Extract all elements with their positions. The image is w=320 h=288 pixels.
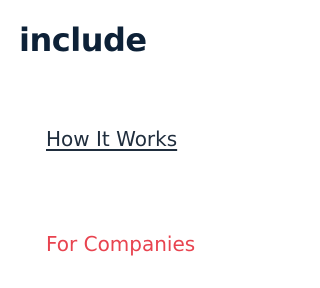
nav-link-how-it-works[interactable]: How It Works — [46, 126, 177, 152]
site-logo[interactable]: include — [19, 20, 147, 60]
nav-link-for-companies[interactable]: For Companies — [46, 231, 195, 257]
page: include How It Works For Companies — [0, 0, 288, 288]
